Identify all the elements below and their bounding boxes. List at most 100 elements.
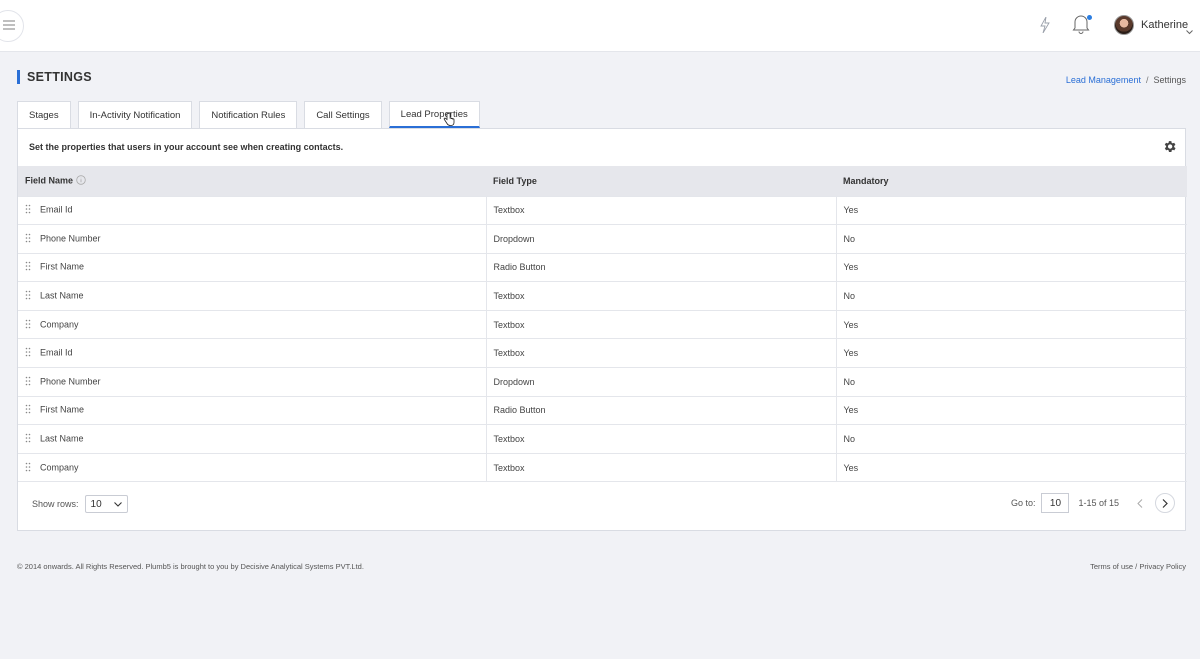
field-type-cell: Radio Button — [485, 252, 836, 282]
drag-handle-icon[interactable] — [25, 290, 31, 302]
field-name-cell: Phone Number — [18, 224, 486, 254]
drag-handle-icon[interactable] — [25, 347, 31, 359]
table-row[interactable]: Company Textbox Yes — [18, 309, 1187, 339]
mandatory-cell: Yes — [835, 452, 1187, 483]
table-row[interactable]: Last Name Textbox No — [18, 281, 1187, 311]
field-name-cell: Company — [18, 309, 486, 339]
field-type-cell: Radio Button — [485, 395, 836, 425]
gear-icon[interactable] — [1162, 139, 1177, 159]
tab-in-activity-notification[interactable]: In-Activity Notification — [77, 101, 193, 128]
mandatory-cell: No — [835, 424, 1187, 454]
field-name: Last Name — [40, 290, 84, 301]
column-header-field-type: Field Type — [486, 166, 836, 196]
top-bar: Katherine — [0, 0, 1200, 52]
field-name-cell: Email Id — [18, 338, 486, 368]
table-row[interactable]: Phone Number Dropdown No — [18, 224, 1187, 254]
field-name: First Name — [40, 404, 85, 415]
table-header-row: Field Name Field Type Mandatory — [18, 166, 1187, 196]
mandatory-cell: Yes — [835, 338, 1187, 368]
pagination: Go to: 10 1-15 of 15 — [1011, 493, 1175, 513]
field-name: Last Name — [40, 433, 84, 444]
table-row[interactable]: Email Id Textbox Yes — [18, 338, 1187, 368]
table-row[interactable]: Company Textbox Yes — [18, 452, 1187, 483]
drag-handle-icon[interactable] — [25, 462, 31, 474]
chevron-right-icon — [1162, 498, 1168, 508]
rows-per-page: Show rows: 10 — [32, 495, 128, 513]
user-name[interactable]: Katherine — [1141, 19, 1188, 31]
mandatory-cell: Yes — [835, 309, 1187, 339]
breadcrumb: Lead Management / Settings — [1066, 75, 1186, 85]
rows-select-value: 10 — [90, 498, 102, 510]
show-rows-label: Show rows: — [32, 499, 79, 509]
tab-lead-properties[interactable]: Lead Properties — [388, 101, 480, 128]
drag-handle-icon[interactable] — [25, 376, 31, 388]
chevron-down-icon[interactable] — [1186, 22, 1193, 40]
page-header: SETTINGS — [17, 70, 92, 84]
info-icon[interactable] — [76, 175, 86, 187]
column-header-label: Field Name — [25, 175, 74, 186]
tab-notification-rules[interactable]: Notification Rules — [199, 101, 298, 128]
column-header-mandatory: Mandatory — [836, 166, 1187, 196]
breadcrumb-link-lead-management[interactable]: Lead Management — [1066, 75, 1141, 85]
field-name-cell: Email Id — [18, 195, 486, 225]
goto-label: Go to: — [1010, 498, 1036, 508]
mandatory-cell: Yes — [835, 195, 1187, 225]
field-name: Phone Number — [40, 376, 101, 387]
properties-table: Field Name Field Type Mandatory Email Id… — [18, 166, 1187, 483]
footer-copyright: © 2014 onwards. All Rights Reserved. Plu… — [17, 562, 364, 571]
drag-handle-icon[interactable] — [25, 319, 31, 331]
title-accent-bar — [17, 70, 20, 84]
table-row[interactable]: Last Name Textbox No — [18, 424, 1187, 454]
settings-tabs: Stages In-Activity Notification Notifica… — [17, 101, 487, 128]
mandatory-cell: No — [835, 281, 1187, 311]
avatar[interactable] — [1114, 15, 1134, 35]
chevron-left-icon — [1137, 498, 1143, 508]
field-name-cell: First Name — [18, 252, 486, 282]
page-title: SETTINGS — [27, 70, 92, 84]
mandatory-cell: Yes — [835, 252, 1187, 282]
drag-handle-icon[interactable] — [25, 433, 31, 445]
field-name: Company — [40, 462, 79, 473]
drag-handle-icon[interactable] — [25, 404, 31, 416]
hamburger-menu-button[interactable] — [0, 10, 24, 42]
breadcrumb-separator: / — [1145, 75, 1149, 85]
bolt-icon[interactable] — [1040, 16, 1050, 38]
footer-links[interactable]: Terms of use / Privacy Policy — [1090, 562, 1186, 571]
field-name: Company — [40, 319, 79, 330]
next-page-button[interactable] — [1155, 493, 1175, 513]
previous-page-button[interactable] — [1131, 494, 1149, 512]
breadcrumb-current: Settings — [1153, 75, 1186, 85]
field-type-cell: Textbox — [485, 281, 836, 311]
drag-handle-icon[interactable] — [25, 204, 31, 216]
table-row[interactable]: Phone Number Dropdown No — [18, 367, 1187, 397]
table-row[interactable]: First Name Radio Button Yes — [18, 395, 1187, 425]
mandatory-cell: No — [835, 367, 1187, 397]
tab-stages[interactable]: Stages — [17, 101, 71, 128]
mandatory-cell: No — [835, 224, 1187, 254]
field-name-cell: Last Name — [18, 424, 486, 454]
drag-handle-icon[interactable] — [25, 233, 31, 245]
field-type-cell: Textbox — [485, 309, 836, 339]
panel-description: Set the properties that users in your ac… — [29, 142, 344, 152]
field-name-cell: Company — [18, 452, 486, 483]
rows-select[interactable]: 10 — [84, 495, 128, 513]
chevron-down-icon — [113, 499, 122, 510]
field-type-cell: Dropdown — [485, 224, 836, 254]
lead-properties-panel: Set the properties that users in your ac… — [17, 128, 1187, 531]
field-name: Phone Number — [40, 233, 101, 244]
field-name: Email Id — [40, 347, 73, 358]
field-type-cell: Textbox — [485, 195, 836, 225]
field-name: First Name — [40, 261, 85, 272]
field-name-cell: Phone Number — [18, 367, 486, 397]
pointer-cursor-icon — [443, 112, 455, 132]
drag-handle-icon[interactable] — [25, 261, 31, 273]
table-row[interactable]: First Name Radio Button Yes — [18, 252, 1187, 282]
table-row[interactable]: Email Id Textbox Yes — [18, 195, 1187, 225]
field-type-cell: Dropdown — [485, 367, 836, 397]
notification-dot — [1087, 15, 1092, 20]
field-type-cell: Textbox — [485, 424, 836, 454]
field-name: Email Id — [40, 204, 73, 215]
goto-page-input[interactable]: 10 — [1041, 493, 1070, 513]
hamburger-icon — [1, 17, 15, 35]
tab-call-settings[interactable]: Call Settings — [304, 101, 382, 128]
